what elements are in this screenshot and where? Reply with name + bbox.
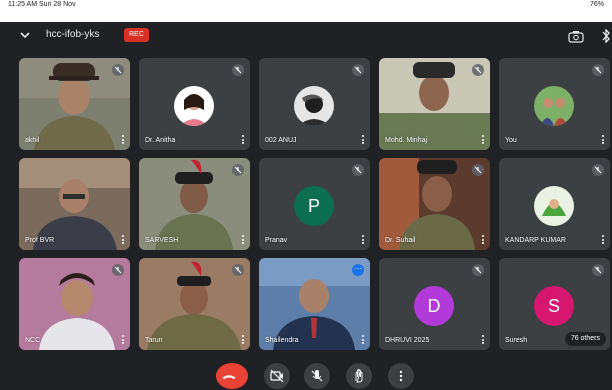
participant-name: akhil — [25, 137, 40, 144]
mic-off-icon — [232, 264, 244, 276]
raise-hand-button[interactable] — [346, 363, 372, 389]
participant-name: Dr. Anitha — [145, 137, 176, 144]
participant-name: Suresh — [505, 337, 528, 344]
mic-off-icon — [472, 164, 484, 176]
participant-name: 002 ANUJ — [265, 137, 297, 144]
more-options-icon[interactable] — [122, 135, 125, 144]
participant-tile[interactable]: SARVESH — [139, 158, 250, 250]
more-options-icon[interactable] — [602, 135, 605, 144]
recording-badge: REC — [124, 28, 149, 42]
more-options-icon[interactable] — [362, 135, 365, 144]
participant-name: Mohd. Minhaj — [385, 137, 428, 144]
participant-name: Pranav — [265, 237, 288, 244]
clock: 11:25 AM Sun 28 Nov — [8, 1, 76, 8]
participant-name: DHRUVI 2025 — [385, 337, 430, 344]
mic-off-icon — [352, 164, 364, 176]
speaking-indicator-icon: ··· — [352, 264, 364, 276]
chevron-down-icon[interactable] — [18, 28, 32, 42]
camera-toggle-button[interactable] — [264, 363, 290, 389]
mic-off-icon — [112, 64, 124, 76]
mic-off-icon — [472, 64, 484, 76]
meet-app: 11:25 AM Sun 28 Nov 76% hcc-ifob-yks REC… — [0, 0, 612, 390]
participant-tile[interactable]: KANDARP KUMAR — [499, 158, 610, 250]
more-options-icon[interactable] — [482, 335, 485, 344]
more-options-icon[interactable] — [122, 235, 125, 244]
participant-avatar — [534, 86, 574, 126]
more-options-icon[interactable] — [362, 235, 365, 244]
end-call-button[interactable] — [216, 363, 248, 389]
mic-off-icon — [352, 64, 364, 76]
participant-tile[interactable]: Mohd. Minhaj — [379, 58, 490, 150]
more-options-icon[interactable] — [242, 335, 245, 344]
bluetooth-audio-icon[interactable] — [600, 28, 612, 44]
battery-level: 76% — [589, 1, 604, 8]
more-options-icon[interactable] — [362, 335, 365, 344]
participant-tile[interactable]: ··· Shailendra — [259, 258, 370, 350]
participant-tile[interactable]: 002 ANUJ — [259, 58, 370, 150]
participant-tile[interactable]: Dr. Anitha — [139, 58, 250, 150]
participant-tile[interactable]: D DHRUVI 2025 — [379, 258, 490, 350]
participant-name: Dr. Suhail — [385, 237, 416, 244]
participant-initial: P — [294, 186, 334, 226]
mic-off-icon — [472, 264, 484, 276]
mic-off-icon — [592, 64, 604, 76]
mic-off-icon — [592, 264, 604, 276]
participant-name: NCC — [25, 337, 41, 344]
participant-initial: S — [534, 286, 574, 326]
participant-tile[interactable]: You — [499, 58, 610, 150]
participant-tile[interactable]: NCC — [19, 258, 130, 350]
more-options-icon[interactable] — [242, 135, 245, 144]
mic-toggle-button[interactable] — [304, 363, 330, 389]
participant-name: You — [505, 137, 517, 144]
mic-off-icon — [112, 264, 124, 276]
more-options-icon[interactable] — [122, 335, 125, 344]
switch-camera-icon[interactable] — [568, 30, 584, 43]
participant-name: SARVESH — [145, 237, 179, 244]
more-options-icon[interactable] — [602, 235, 605, 244]
participant-name: KANDARP KUMAR — [505, 237, 566, 244]
others-count-button[interactable]: 76 others — [564, 332, 606, 346]
participant-initial: D — [414, 286, 454, 326]
participant-tile[interactable]: P Pranav — [259, 158, 370, 250]
participant-tile[interactable]: Dr. Suhail — [379, 158, 490, 250]
mic-off-icon — [232, 64, 244, 76]
participant-tile[interactable]: S Suresh 76 others — [499, 258, 610, 350]
participant-tile[interactable]: Tarun — [139, 258, 250, 350]
more-options-icon[interactable] — [242, 235, 245, 244]
more-options-button[interactable] — [388, 363, 414, 389]
participant-tile[interactable]: Prof BVR — [19, 158, 130, 250]
participant-name: Prof BVR — [25, 237, 55, 244]
more-options-icon[interactable] — [482, 235, 485, 244]
participant-name: Shailendra — [265, 337, 299, 344]
meeting-header: hcc-ifob-yks REC — [0, 22, 612, 50]
more-options-icon[interactable] — [482, 135, 485, 144]
call-controls — [0, 360, 612, 390]
status-bar: 11:25 AM Sun 28 Nov 76% — [0, 0, 612, 22]
mic-off-icon — [592, 164, 604, 176]
mic-off-icon — [232, 164, 244, 176]
participant-avatar — [294, 86, 334, 126]
participant-avatar — [534, 186, 574, 226]
meeting-code[interactable]: hcc-ifob-yks — [46, 29, 99, 40]
participant-tile[interactable]: akhil — [19, 58, 130, 150]
participant-avatar — [174, 86, 214, 126]
participant-name: Tarun — [145, 337, 163, 344]
